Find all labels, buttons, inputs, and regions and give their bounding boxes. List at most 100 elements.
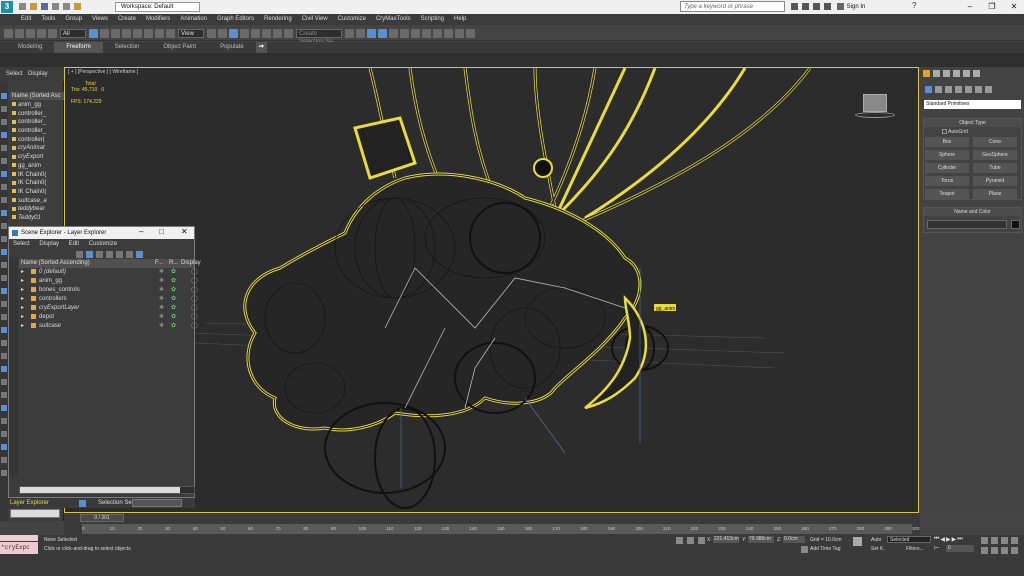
redo-icon[interactable]	[15, 28, 24, 38]
scene-explorer-tool-icon[interactable]	[1, 444, 7, 450]
create-layer-icon[interactable]	[96, 251, 103, 258]
rectangular-selection-icon[interactable]	[111, 28, 120, 38]
expand-arrow-icon[interactable]: ▸	[21, 304, 24, 313]
pan-icon[interactable]	[991, 547, 998, 554]
z-coordinate-field[interactable]: 0.0cm	[783, 536, 805, 543]
outliner-item[interactable]: Teddy01	[10, 214, 64, 223]
curve-editor-icon[interactable]	[400, 28, 409, 38]
scene-explorer-tool-icon[interactable]	[1, 184, 7, 190]
create-torus-button[interactable]: Torus	[925, 176, 969, 186]
scene-explorer-tool-icon[interactable]	[1, 171, 7, 177]
freeze-toggle-icon[interactable]: ✱	[159, 268, 164, 277]
layer-row[interactable]: ▸ depot ✱ ✿ ◯	[19, 313, 198, 322]
outliner-item[interactable]: IK Chain0(	[10, 188, 64, 197]
zoom-icon[interactable]	[981, 537, 988, 544]
menu-scripting[interactable]: Scripting	[416, 14, 449, 25]
display-toggle-icon[interactable]: ◯	[191, 286, 198, 295]
selection-set-dropdown[interactable]	[132, 499, 182, 507]
unlink-icon[interactable]	[37, 28, 46, 38]
menu-edit[interactable]: Edit	[16, 14, 36, 25]
x-coordinate-field[interactable]: 221.413cm	[713, 536, 739, 543]
add-to-layer-icon[interactable]	[106, 251, 113, 258]
scene-explorer-tool-icon[interactable]	[1, 275, 7, 281]
scene-explorer-tool-icon[interactable]	[1, 457, 7, 463]
layer-options-icon[interactable]	[116, 251, 123, 258]
scene-explorer-tool-icon[interactable]	[1, 223, 7, 229]
freeze-toggle-icon[interactable]: ✱	[159, 295, 164, 304]
tab-object-paint[interactable]: Object Paint	[151, 42, 208, 53]
selection-filter-dropdown[interactable]: All	[60, 28, 86, 38]
scene-explorer-tool-icon[interactable]	[1, 145, 7, 151]
geometry-icon[interactable]	[925, 86, 932, 93]
column-freeze[interactable]: F...	[155, 259, 163, 268]
scene-explorer-tool-icon[interactable]	[1, 392, 7, 398]
app-logo-icon[interactable]: 3	[1, 1, 13, 13]
outliner-item[interactable]: cryExport	[10, 153, 64, 162]
percent-snap-icon[interactable]	[262, 28, 271, 38]
scale-icon[interactable]	[155, 28, 164, 38]
freeze-toggle-icon[interactable]: ✱	[159, 286, 164, 295]
isolate-selection-icon[interactable]	[676, 537, 683, 544]
tab-freeform[interactable]: Freeform	[54, 42, 103, 53]
outliner-item[interactable]: IK Chain0(	[10, 171, 64, 180]
layer-row[interactable]: ▸ suitcase ✱ ✿ ◯	[19, 322, 198, 331]
bind-space-warp-icon[interactable]	[48, 28, 57, 38]
scene-explorer-tool-icon[interactable]	[1, 340, 7, 346]
menu-crymaxtools[interactable]: CryMaxTools	[371, 14, 416, 25]
scene-explorer-tool-icon[interactable]	[1, 93, 7, 99]
column-display[interactable]: Display	[181, 259, 201, 268]
scene-explorer-tool-icon[interactable]	[1, 262, 7, 268]
modify-tab-icon[interactable]	[933, 70, 940, 77]
left-panel-scrollbar[interactable]	[10, 509, 60, 518]
edit-named-selection-icon[interactable]	[284, 28, 293, 38]
menu-modifiers[interactable]: Modifiers	[141, 14, 175, 25]
previous-frame-icon[interactable]: ◀	[940, 536, 945, 543]
orbit-icon[interactable]	[1001, 547, 1008, 554]
rollout-title[interactable]: Object Type	[924, 119, 1021, 127]
create-plane-button[interactable]: Plane	[973, 189, 1017, 199]
expand-arrow-icon[interactable]: ▸	[21, 313, 24, 322]
layer-filter-icon[interactable]	[76, 251, 83, 258]
subscription-icon[interactable]	[802, 3, 809, 10]
close-button[interactable]: ✕	[1004, 0, 1024, 14]
move-icon[interactable]	[133, 28, 142, 38]
scene-explorer-tool-icon[interactable]	[1, 106, 7, 112]
menu-group[interactable]: Group	[60, 14, 87, 25]
snaps-toggle-icon[interactable]	[240, 28, 249, 38]
tab-modeling[interactable]: Modeling	[6, 42, 54, 53]
workspace-dropdown[interactable]: Workspace: Default	[115, 2, 200, 12]
sign-in-button[interactable]: Sign In	[836, 2, 865, 11]
scene-explorer-tool-icon[interactable]	[1, 418, 7, 424]
footer-icon[interactable]	[79, 500, 86, 507]
tab-populate[interactable]: Populate	[208, 42, 256, 53]
helpers-icon[interactable]	[965, 86, 972, 93]
y-coordinate-field[interactable]: 79.986cm	[748, 536, 774, 543]
restore-button[interactable]: ❐	[982, 0, 1002, 14]
project-folder-icon[interactable]	[74, 3, 81, 10]
render-toggle-icon[interactable]: ✿	[171, 304, 176, 313]
render-setup-icon[interactable]	[433, 28, 442, 38]
go-to-start-icon[interactable]: ⏮	[934, 536, 939, 543]
menu-help[interactable]: Help	[449, 14, 471, 25]
object-color-swatch[interactable]	[1011, 220, 1020, 229]
absolute-mode-icon[interactable]	[698, 537, 705, 544]
render-toggle-icon[interactable]: ✿	[171, 286, 176, 295]
layer-explorer-titlebar[interactable]: Scene Explorer - Layer Explorer – □ ✕	[9, 227, 194, 239]
create-cone-button[interactable]: Cone	[973, 137, 1017, 147]
render-production-icon[interactable]	[455, 28, 464, 38]
minimize-button[interactable]: –	[960, 0, 980, 14]
set-key-button[interactable]: Set K.	[871, 546, 885, 552]
scene-explorer-tool-icon[interactable]	[1, 210, 7, 216]
expand-arrow-icon[interactable]: ▸	[21, 268, 24, 277]
layer-row[interactable]: ▸ controllers ✱ ✿ ◯	[19, 295, 198, 304]
auto-key-button[interactable]: Auto	[871, 537, 881, 543]
render-toggle-icon[interactable]: ✿	[171, 295, 176, 304]
expand-arrow-icon[interactable]: ▸	[21, 322, 24, 331]
place-icon[interactable]	[166, 28, 175, 38]
rotate-icon[interactable]	[144, 28, 153, 38]
layer-maximize-button[interactable]: □	[159, 227, 164, 236]
outliner-item[interactable]: cryAnimat	[10, 144, 64, 153]
layer-explorer-tab[interactable]: Layer Explorer	[8, 500, 49, 506]
maxscript-output[interactable]	[0, 535, 38, 541]
timeline[interactable]: 0 / 301 0 10 20 30 40 50 60 70 80 90 100 110 120 130 1…	[64, 513, 920, 535]
